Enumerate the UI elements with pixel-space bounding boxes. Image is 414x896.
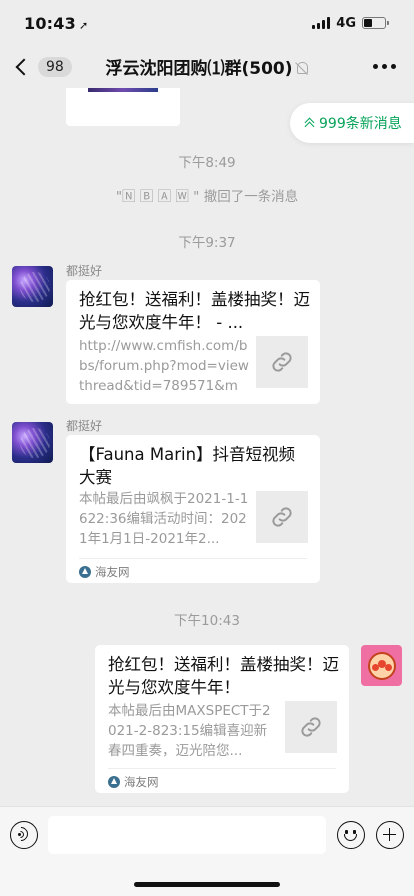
time-text: 10:43 xyxy=(24,13,76,33)
previous-message-image xyxy=(88,88,158,92)
source-logo-icon xyxy=(108,776,120,788)
link-icon xyxy=(272,352,292,372)
recall-notice: "🄽 🄱 🄰 🅆 " 撤回了一条消息 xyxy=(115,189,299,205)
status-icons: 4G xyxy=(312,15,389,31)
home-indicator xyxy=(134,882,280,887)
timestamp: 下午9:37 xyxy=(178,235,236,251)
mute-bell-icon xyxy=(295,61,309,75)
card-title: 【Fauna Marin】抖音短视频大赛 xyxy=(79,445,296,487)
link-card[interactable]: 【Fauna Marin】抖音短视频大赛 本帖最后由飒枫于2021-1-1622… xyxy=(66,435,320,583)
status-time: 10:43 ➚ xyxy=(24,14,88,33)
card-title: 抢红包！送福利！盖楼抽奖！迈光与您欢度牛年！ - ... xyxy=(79,290,310,332)
status-bar: 10:43 ➚ 4G xyxy=(0,0,414,46)
new-messages-button[interactable]: 999条新消息 xyxy=(290,103,414,143)
avatar[interactable] xyxy=(12,266,53,307)
location-icon: ➚ xyxy=(78,18,89,32)
card-thumbnail xyxy=(256,491,308,543)
card-source: 海友网 xyxy=(108,774,159,790)
more-dots-icon xyxy=(373,64,378,69)
chat-header: 98 浮云沈阳团购⑴群(500) xyxy=(0,46,414,88)
new-messages-label: 999条新消息 xyxy=(319,116,402,132)
link-card[interactable]: 抢红包！送福利！盖楼抽奖！迈光与您欢度牛年！ - ... http://www.… xyxy=(66,280,320,404)
link-card[interactable]: 抢红包！送福利！盖楼抽奖！迈光与您欢度牛年！ 本帖最后由MAXSPECT于202… xyxy=(95,645,349,793)
voice-button[interactable] xyxy=(10,821,38,849)
timestamp: 下午8:49 xyxy=(178,155,236,171)
battery-icon xyxy=(362,17,389,29)
emoji-button[interactable] xyxy=(337,821,365,849)
my-avatar[interactable] xyxy=(361,645,402,686)
card-description: 本帖最后由飒枫于2021-1-1622:36编辑活动时间：2021年1月1日-2… xyxy=(79,491,249,547)
card-description: 本帖最后由MAXSPECT于2021-2-823:15编辑喜迎新春四重奏，迈光陪… xyxy=(108,703,271,759)
double-chevron-up-icon xyxy=(304,117,314,129)
more-button[interactable] xyxy=(373,64,396,69)
card-divider xyxy=(108,768,336,769)
plus-button[interactable] xyxy=(376,821,404,849)
network-type: 4G xyxy=(336,15,356,31)
card-thumbnail xyxy=(285,701,337,753)
sender-name: 都挺好 xyxy=(66,264,103,278)
link-icon xyxy=(272,507,292,527)
source-logo-icon xyxy=(79,566,91,578)
signal-icon xyxy=(312,17,331,29)
card-title: 抢红包！送福利！盖楼抽奖！迈光与您欢度牛年！ xyxy=(108,655,339,697)
chat-title: 浮云沈阳团购⑴群(500) xyxy=(0,54,414,79)
card-description: http://www.cmfish.com/bbs/forum.php?mod=… xyxy=(79,338,249,394)
avatar[interactable] xyxy=(12,422,53,463)
previous-message-card[interactable] xyxy=(66,88,180,126)
link-icon xyxy=(301,717,321,737)
card-thumbnail xyxy=(256,336,308,388)
card-source: 海友网 xyxy=(79,564,130,580)
card-divider xyxy=(79,558,307,559)
source-name: 海友网 xyxy=(95,565,130,579)
source-name: 海友网 xyxy=(124,775,159,789)
chat-title-text: 浮云沈阳团购⑴群(500) xyxy=(105,59,293,79)
sender-name: 都挺好 xyxy=(66,419,103,433)
timestamp: 下午10:43 xyxy=(174,613,240,629)
message-input[interactable] xyxy=(48,816,326,854)
